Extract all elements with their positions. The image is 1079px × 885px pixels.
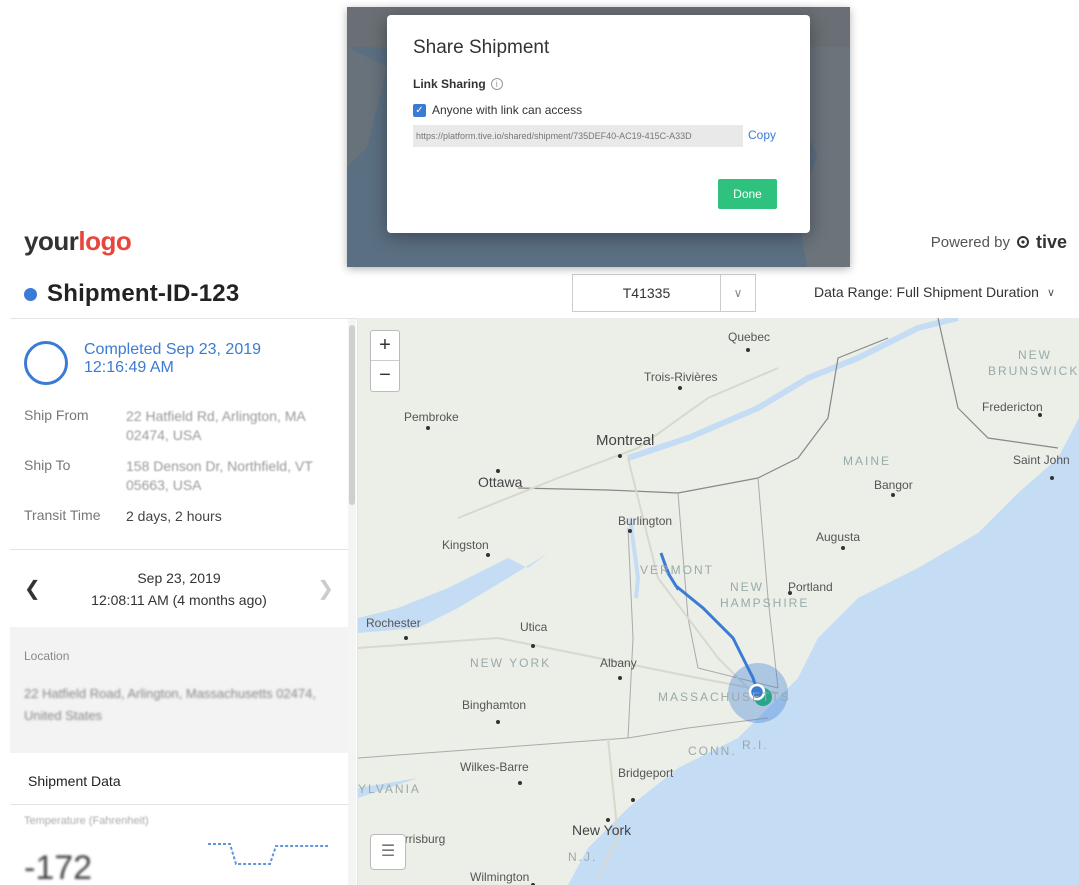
next-reading-button[interactable]: ❯: [317, 576, 334, 601]
map-label-conn: CONN.: [688, 744, 737, 758]
ship-from-value: 22 Hatfield Rd, Arlington, MA 02474, USA: [126, 408, 305, 443]
ship-to-label: Ship To: [24, 457, 71, 473]
transit-time-label: Transit Time: [24, 507, 101, 523]
map-label-rochester: Rochester: [366, 616, 421, 630]
share-link-field[interactable]: https://platform.tive.io/shared/shipment…: [413, 125, 743, 147]
map-label-bridgeport: Bridgeport: [618, 766, 674, 780]
logo-word: logo: [78, 226, 132, 256]
shipment-title: Shipment-ID-123: [47, 280, 240, 307]
ship-from-label: Ship From: [24, 407, 89, 423]
map-label-ri: R.I.: [742, 738, 769, 752]
brand-logo: yourlogo: [24, 226, 132, 257]
map-label-portland: Portland: [788, 580, 833, 594]
reading-time-row: 12:08:11 AM (4 months ago): [10, 592, 348, 608]
location-address: 22 Hatfield Road, Arlington, Massachuset…: [24, 686, 316, 723]
shipment-data-header: Shipment Data: [10, 753, 348, 805]
location-label: Location: [24, 649, 70, 663]
map-label-pembroke: Pembroke: [404, 410, 459, 424]
shipment-title-row: Shipment-ID-123: [24, 280, 239, 308]
progress-ring-icon: [24, 341, 68, 385]
logo-your: your: [24, 226, 79, 256]
shipment-details-panel: Completed Sep 23, 2019 12:16:49 AM Ship …: [10, 318, 358, 885]
status-block: Completed Sep 23, 2019 12:16:49 AM: [24, 341, 261, 385]
scrollbar-thumb[interactable]: [349, 325, 355, 505]
map-label-massachusetts: MASSACHUSETTS: [658, 690, 791, 704]
map-label-new-brunswick-2: BRUNSWICK: [988, 364, 1079, 378]
modal-title: Share Shipment: [413, 37, 550, 58]
reading-ago: (4 months ago): [172, 592, 267, 608]
device-select[interactable]: T41335 ∨: [572, 274, 756, 312]
map-label-pennsylvania: YLVANIA: [358, 782, 421, 796]
info-icon[interactable]: i: [490, 78, 503, 90]
map-label-quebec: Quebec: [728, 330, 771, 344]
timeline-navigator: ❮ Sep 23, 2019 12:08:11 AM (4 months ago…: [10, 549, 348, 627]
layers-icon[interactable]: ☰: [370, 834, 406, 870]
checkbox-checked-icon[interactable]: ✓: [413, 103, 426, 117]
screenshot-stage: yourlogo Powered by tive Shipment-ID-123…: [0, 0, 1079, 885]
completed-time: 12:16:49 AM: [84, 359, 174, 376]
map-label-albany: Albany: [600, 656, 637, 670]
powered-by: Powered by tive: [931, 232, 1067, 253]
done-button[interactable]: Done: [718, 179, 777, 209]
completed-date: Completed Sep 23, 2019: [84, 341, 262, 358]
transit-time-row: Transit Time 2 days, 2 hours: [24, 507, 336, 526]
map-label-new-brunswick-1: NEW: [1018, 348, 1052, 362]
share-shipment-modal: Share Shipment Link Sharing i ✓ Anyone w…: [387, 15, 810, 233]
panel-scrollbar[interactable]: [348, 319, 356, 885]
zoom-out-button[interactable]: −: [371, 361, 399, 391]
map-label-new-hampshire-2: HAMPSHIRE: [720, 596, 810, 610]
powered-by-label: Powered by: [930, 234, 1010, 251]
data-range-label: Data Range: Full Shipment Duration: [814, 284, 1039, 300]
map-label-trois-rivieres: Trois-Rivières: [644, 370, 718, 384]
map-label-ottawa: Ottawa: [478, 474, 523, 490]
map-label-montreal: Montreal: [596, 432, 655, 449]
zoom-in-button[interactable]: +: [371, 331, 399, 361]
route-map[interactable]: Quebec Trois-Rivières NEW BRUNSWICK Pemb…: [358, 318, 1079, 885]
link-sharing-heading: Link Sharing i: [413, 77, 503, 91]
map-label-new-york-state: NEW YORK: [470, 656, 552, 670]
reading-date: Sep 23, 2019: [137, 570, 221, 586]
map-label-wilmington: Wilmington: [470, 870, 530, 884]
data-range-dropdown[interactable]: Data Range: Full Shipment Duration ∨: [814, 284, 1055, 300]
sensor-sparkline: [208, 843, 328, 865]
map-label-maine: MAINE: [843, 454, 892, 468]
map-label-nj: N.J.: [568, 850, 598, 864]
location-block: Location 22 Hatfield Road, Arlington, Ma…: [10, 627, 348, 753]
shipment-info: Ship From 22 Hatfield Rd, Arlington, MA …: [24, 407, 336, 538]
map-label-new-york-city: New York: [572, 822, 632, 838]
map-label-utica: Utica: [520, 620, 548, 634]
ship-from-row: Ship From 22 Hatfield Rd, Arlington, MA …: [24, 407, 336, 445]
map-canvas: [358, 318, 1079, 885]
map-label-vermont: VERMONT: [640, 563, 714, 577]
sensor-name: Temperature (Fahrenheit): [24, 815, 149, 827]
link-sharing-label: Link Sharing: [413, 77, 486, 91]
ship-to-value: 158 Denson Dr, Northfield, VT 05663, USA: [126, 458, 313, 493]
map-label-burlington: Burlington: [618, 514, 673, 528]
link-access-checkbox-row[interactable]: ✓ Anyone with link can access: [413, 103, 582, 117]
chevron-down-icon[interactable]: ∨: [721, 286, 755, 300]
chevron-down-icon: ∨: [1046, 286, 1055, 299]
map-label-fredericton: Fredericton: [982, 400, 1043, 414]
ship-to-row: Ship To 158 Denson Dr, Northfield, VT 05…: [24, 457, 336, 495]
status-dot-icon: [24, 287, 37, 301]
tive-brand: tive: [1035, 232, 1067, 252]
map-label-new-hampshire-1: NEW: [730, 580, 764, 594]
tive-pin-icon: [1016, 235, 1029, 248]
completed-status: Completed Sep 23, 2019 12:16:49 AM: [84, 341, 261, 385]
map-label-augusta: Augusta: [816, 530, 861, 544]
map-label-saint-john: Saint John: [1013, 453, 1070, 467]
zoom-control: + −: [370, 330, 400, 392]
map-label-bangor: Bangor: [874, 478, 913, 492]
shipment-page: yourlogo Powered by tive Shipment-ID-123…: [10, 212, 1079, 885]
map-label-kingston: Kingston: [442, 538, 489, 552]
transit-time-value: 2 days, 2 hours: [126, 508, 222, 524]
map-label-wilkes-barre: Wilkes-Barre: [460, 760, 529, 774]
reading-time: 12:08:11 AM: [91, 592, 169, 608]
link-access-checkbox-label[interactable]: Anyone with link can access: [432, 103, 582, 117]
map-label-binghamton: Binghamton: [462, 698, 527, 712]
shipment-data-label: Shipment Data: [28, 773, 121, 789]
device-select-value: T41335: [573, 275, 721, 311]
copy-link-button[interactable]: Copy: [748, 128, 776, 142]
sensor-value: -172: [24, 849, 93, 885]
